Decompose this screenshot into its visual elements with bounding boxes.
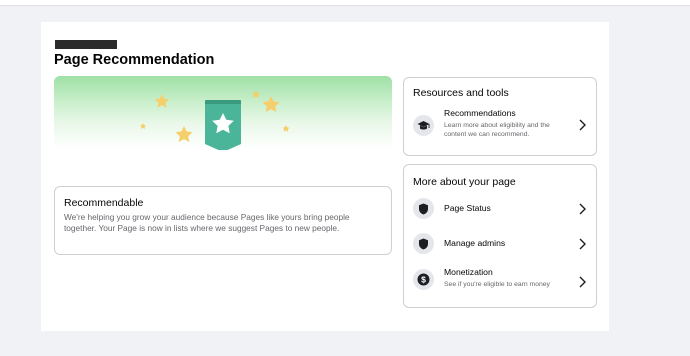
more-about-page-panel: More about your page Page Status Manage … [403,164,597,308]
hero-illustration [139,90,290,150]
recommendations-item[interactable]: Recommendations Learn more about eligibi… [404,106,596,146]
star-icon [154,94,170,108]
manage-admins-label: Manage admins [444,238,506,248]
more-about-page-title: More about your page [413,176,516,188]
hero-banner [54,76,392,150]
top-bar [0,0,690,6]
chevron-right-icon [579,238,586,250]
shield-icon [413,233,434,254]
recommendations-description: Learn more about eligibility and the con… [444,122,550,138]
dollar-coin-icon: $ [413,269,434,290]
recommendations-label: Recommendations [444,108,516,118]
chevron-right-icon [579,203,586,215]
resources-title: Resources and tools [413,87,509,99]
redacted-page-name [55,40,117,49]
monetization-item[interactable]: $ Monetization See if you're eligible to… [404,265,596,299]
recommendable-description: We're helping you grow your audience bec… [64,212,350,233]
svg-text:$: $ [421,275,426,285]
page-status-item[interactable]: Page Status [404,195,596,223]
manage-admins-item[interactable]: Manage admins [404,230,596,258]
monetization-label: Monetization [444,267,493,277]
monetization-description: See if you're eligible to earn money [444,281,550,288]
recommendable-box: Recommendable We're helping you grow you… [54,186,392,255]
chevron-right-icon [579,276,586,288]
star-icon [175,126,193,142]
page-title: Page Recommendation [54,52,215,68]
page-recommendation-card: Page Recommendation Recommendable We're … [41,22,609,331]
shield-icon [413,198,434,219]
page-status-label: Page Status [444,203,491,213]
badge-icon [205,100,241,150]
star-icon [139,123,147,129]
chevron-right-icon [579,119,586,131]
star-icon [251,90,261,99]
graduation-cap-icon [413,115,434,136]
star-icon [262,96,280,112]
star-icon [282,125,290,132]
resources-panel: Resources and tools Recommendations Lear… [403,77,597,156]
recommendable-title: Recommendable [64,197,144,209]
